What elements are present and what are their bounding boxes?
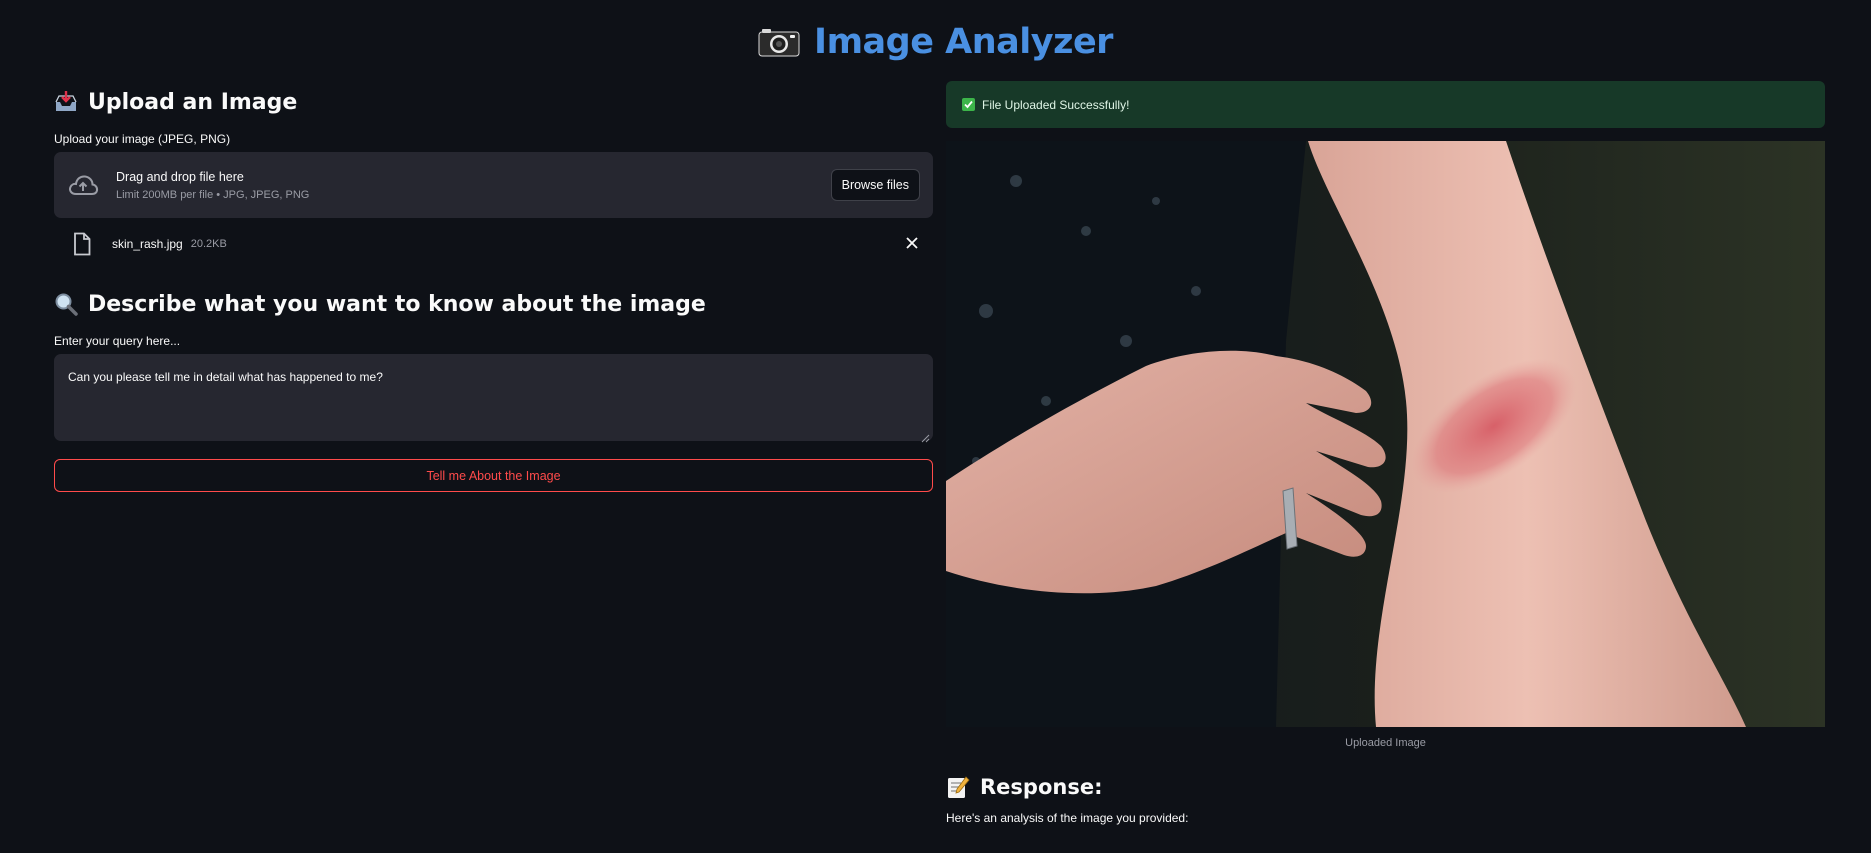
query-section-heading: Describe what you want to know about the… bbox=[54, 282, 933, 326]
query-heading-text: Describe what you want to know about the… bbox=[88, 291, 706, 317]
image-caption: Uploaded Image bbox=[1345, 737, 1426, 749]
query-label: Enter your query here... bbox=[54, 334, 181, 348]
upload-label: Upload your image (JPEG, PNG) bbox=[54, 132, 231, 146]
query-input-wrapper: Can you please tell me in detail what ha… bbox=[54, 354, 933, 446]
upload-success-alert: File Uploaded Successfully! bbox=[946, 81, 1825, 128]
file-icon bbox=[74, 232, 91, 256]
cloud-upload-icon bbox=[69, 175, 99, 195]
dropzone-title: Drag and drop file here bbox=[116, 169, 244, 184]
response-heading: Response: bbox=[946, 775, 1825, 799]
camera-icon bbox=[758, 29, 800, 57]
success-message: File Uploaded Successfully! bbox=[982, 97, 1130, 112]
upload-heading-text: Upload an Image bbox=[88, 89, 298, 115]
file-dropzone[interactable]: Drag and drop file here Limit 200MB per … bbox=[54, 152, 933, 218]
check-mark-icon bbox=[962, 98, 975, 111]
response-heading-text: Response: bbox=[980, 775, 1103, 799]
uploaded-file-name: skin_rash.jpg bbox=[112, 237, 183, 251]
close-icon[interactable] bbox=[905, 236, 919, 250]
browse-files-button[interactable]: Browse files bbox=[830, 169, 920, 201]
upload-section-heading: Upload an Image bbox=[54, 80, 933, 124]
output-column: File Uploaded Successfully! Uploaded Ima… bbox=[946, 81, 1825, 825]
inbox-tray-icon bbox=[55, 91, 77, 111]
resize-grip-icon[interactable] bbox=[921, 434, 930, 443]
magnifier-icon bbox=[55, 293, 78, 316]
photo-forearm-rash bbox=[946, 141, 1825, 727]
page-header: Image Analyzer bbox=[0, 22, 1871, 62]
response-intro: Here's an analysis of the image you prov… bbox=[946, 811, 1189, 825]
page-title: Image Analyzer bbox=[814, 22, 1113, 62]
dropzone-limits: Limit 200MB per file • JPG, JPEG, PNG bbox=[116, 188, 310, 201]
analyze-button[interactable]: Tell me About the Image bbox=[54, 459, 933, 492]
uploaded-file-size: 20.2KB bbox=[190, 238, 227, 250]
input-column: Upload an Image Upload your image (JPEG,… bbox=[54, 80, 933, 492]
uploaded-file-item: skin_rash.jpg 20.2KB bbox=[54, 218, 933, 270]
uploaded-image bbox=[946, 141, 1825, 727]
memo-icon bbox=[948, 776, 970, 798]
query-textarea[interactable]: Can you please tell me in detail what ha… bbox=[54, 354, 933, 441]
